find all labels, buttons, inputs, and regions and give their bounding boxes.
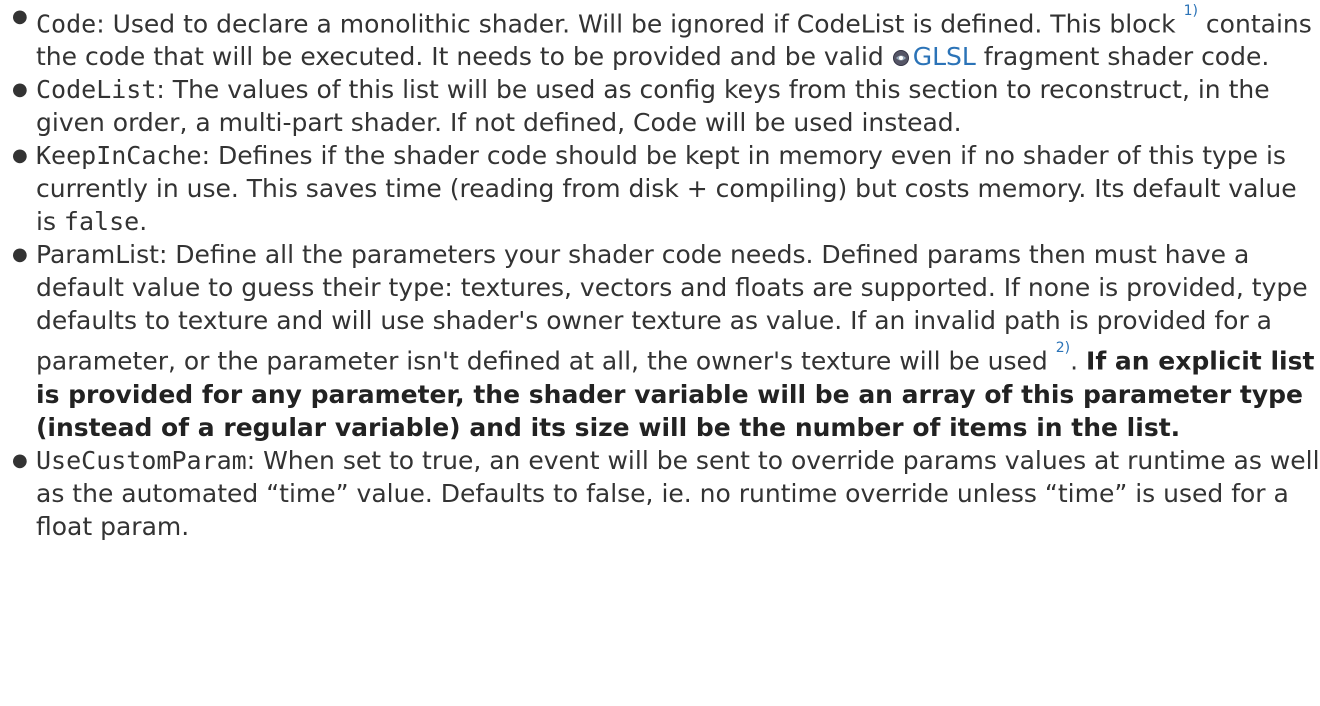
bullet-icon: ● — [12, 449, 28, 471]
external-link-icon — [892, 50, 909, 67]
default-value: false — [63, 207, 140, 237]
bullet-icon: ● — [12, 79, 28, 101]
param-description-end: . — [139, 207, 148, 237]
param-description-cont: . — [1070, 346, 1087, 376]
footnote-link[interactable]: 2) — [1056, 340, 1070, 356]
list-item-paramlist: ● ParamList: Define all the parameters y… — [6, 238, 1320, 443]
list-item-code: ● Code: Used to declare a monolithic sha… — [6, 0, 1320, 73]
glsl-link[interactable]: GLSL — [892, 42, 976, 71]
param-key: UseCustomParam — [36, 445, 247, 475]
param-key: CodeList — [36, 75, 157, 105]
param-description: : The values of this list will be used a… — [36, 75, 1270, 138]
param-key: KeepInCache — [36, 141, 202, 171]
list-item-keepincache: ● KeepInCache: Defines if the shader cod… — [6, 139, 1320, 238]
param-description-end: fragment shader code. — [975, 42, 1270, 72]
list-item-codelist: ● CodeList: The values of this list will… — [6, 73, 1320, 139]
param-description: : Used to declare a monolithic shader. W… — [96, 9, 1184, 39]
param-key: ParamList — [36, 240, 159, 270]
list-item-usecustomparam: ● UseCustomParam: When set to true, an e… — [6, 444, 1320, 543]
bullet-icon: ● — [12, 244, 28, 266]
glsl-link-label: GLSL — [912, 42, 976, 72]
bullet-icon: ● — [12, 6, 28, 27]
footnote-link[interactable]: 1) — [1184, 3, 1198, 19]
param-key: Code — [36, 9, 97, 39]
bullet-icon: ● — [12, 145, 28, 167]
parameter-list: ● Code: Used to declare a monolithic sha… — [0, 0, 1320, 543]
param-description: : Defines if the shader code should be k… — [36, 141, 1297, 237]
